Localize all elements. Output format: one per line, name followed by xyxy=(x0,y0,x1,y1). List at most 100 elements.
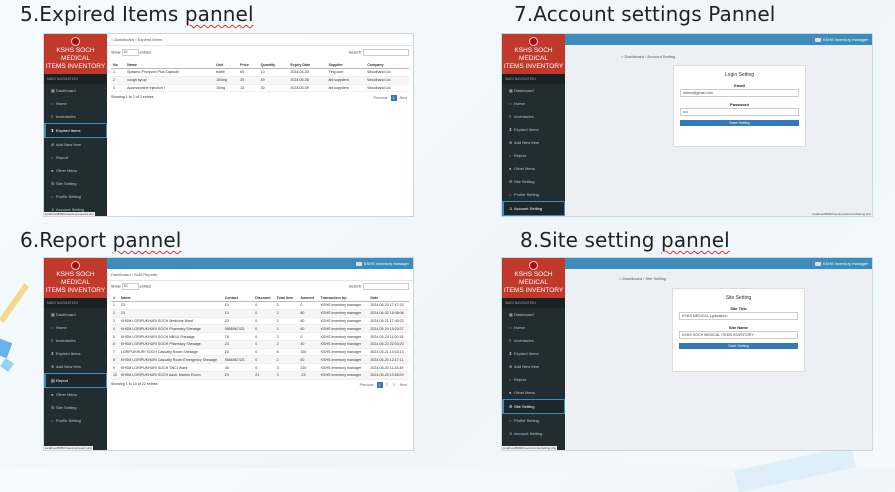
sidebar-item-label: Home xyxy=(56,325,67,330)
sidebar-item-other-menu[interactable]: ● Other Menu xyxy=(502,162,565,175)
breadcrumb-dashboard-link[interactable]: Dashboard xyxy=(623,276,643,281)
table-cell: KSHS inventory manager xyxy=(318,324,369,334)
column-header[interactable]: Company xyxy=(365,61,409,69)
sidebar-item-add-new[interactable]: ⊕ Add New Item xyxy=(44,138,107,151)
column-header[interactable]: Expiry Date xyxy=(288,61,327,69)
page-1-button[interactable]: 1 xyxy=(376,381,383,388)
column-header[interactable]: Total Item xyxy=(274,294,299,302)
sidebar-item-report[interactable]: ○ Report xyxy=(44,151,107,164)
brand-header[interactable]: KSHS SOCH MEDICAL ITEMS INVENTORY xyxy=(502,258,565,298)
sidebar-item-report[interactable]: ▤Report xyxy=(44,373,107,388)
hourglass-icon: ⧗ xyxy=(509,351,512,356)
previous-button[interactable]: Previous xyxy=(372,95,390,101)
sidebar-item-site-setting[interactable]: ⚙Site Setting xyxy=(44,401,107,414)
column-header[interactable]: Supplier xyxy=(326,61,366,69)
sidebar-item-add-new[interactable]: ⊕ Add New Item xyxy=(502,360,565,373)
email-field[interactable]: admin@gmail.com xyxy=(680,89,799,97)
password-field[interactable]: •••• xyxy=(680,108,799,116)
user-menu[interactable]: KSHS inventory manager xyxy=(814,37,868,42)
column-header[interactable]: Quantity xyxy=(258,61,289,69)
table-cell: 1 xyxy=(111,68,126,77)
table-row: 9 KHSM LGRIPUKHURI SOCH SNCI Ward 45 0 3 220 K… xyxy=(111,363,409,373)
sidebar-item-site-setting[interactable]: ⚙Site Setting xyxy=(502,399,565,414)
column-header[interactable]: # xyxy=(111,294,119,302)
sidebar-item-account-setting[interactable]: ♙Account Setting xyxy=(502,201,565,216)
sidebar-item-label: Inventories xyxy=(56,114,76,119)
column-header[interactable]: Unit xyxy=(214,61,239,69)
table-cell: 50 xyxy=(298,355,319,365)
column-header[interactable]: Discount xyxy=(253,294,275,302)
sidebar-item-profile-setting[interactable]: ○ Profile Setting xyxy=(502,188,565,201)
brand-header[interactable]: KSHS SOCH MEDICAL ITEMS INVENTORY xyxy=(44,34,107,74)
save-setting-button[interactable]: Save Setting xyxy=(679,343,798,349)
entries-select[interactable]: 10 xyxy=(121,283,139,290)
next-button[interactable]: Next xyxy=(398,95,409,101)
sidebar-item-add-new[interactable]: ⊕ Add New Item xyxy=(502,136,565,149)
column-header[interactable]: Price xyxy=(238,61,259,69)
breadcrumb-dashboard-link[interactable]: Dashboard xyxy=(115,37,135,42)
column-header[interactable]: Date xyxy=(368,294,409,302)
sidebar-item-dashboard[interactable]: ▦Dashboard xyxy=(44,308,107,321)
page-1-button[interactable]: 1 xyxy=(390,95,397,102)
breadcrumb-dashboard-link[interactable]: Dashboard xyxy=(111,272,131,277)
table-cell: 23 xyxy=(222,340,254,349)
sidebar-item-home[interactable]: ○ Home xyxy=(502,97,565,110)
sidebar-item-inventories[interactable]: ≡ Inventories xyxy=(44,110,107,123)
sidebar-item-account-setting[interactable]: ♙Account Setting xyxy=(502,427,565,440)
sidebar-item-inventories[interactable]: ≡ Inventories xyxy=(502,334,565,347)
sidebar-item-expired[interactable]: ⧗ Expired Items xyxy=(502,347,565,360)
page-3-button[interactable]: 3 xyxy=(391,382,397,388)
column-header[interactable]: No xyxy=(111,61,126,69)
sidebar-item-profile-setting[interactable]: ○ Profile Setting xyxy=(502,414,565,427)
user-menu[interactable]: KSHS inventory manager xyxy=(355,261,409,266)
sidebar-item-add-new[interactable]: ⊕ Add New Item xyxy=(44,360,107,373)
entries-select[interactable]: 10 xyxy=(121,49,139,56)
save-setting-button[interactable]: Save Setting xyxy=(680,120,799,126)
sidebar-item-other-menu[interactable]: ● Other Menu xyxy=(502,386,565,399)
table-cell: 10 xyxy=(258,68,289,77)
sidebar-item-label: Site Setting xyxy=(56,405,77,410)
sidebar-item-profile-setting[interactable]: ○ Profile Setting xyxy=(44,190,107,203)
page-2-button[interactable]: 2 xyxy=(384,382,390,388)
sidebar-item-home[interactable]: ○ Home xyxy=(44,321,107,334)
next-button[interactable]: Next xyxy=(398,382,409,388)
site-name-field[interactable]: KSHS SOCH MEDICAL ITEMS INVENTORY xyxy=(679,331,798,339)
user-menu[interactable]: KSHS inventory manager xyxy=(814,261,868,266)
column-header[interactable]: Transaction by: xyxy=(318,294,369,302)
column-header[interactable]: Name xyxy=(118,294,223,302)
column-header[interactable]: Contact xyxy=(222,294,254,302)
sidebar-item-expired[interactable]: ⧗ Expired Items xyxy=(44,347,107,360)
sidebar-item-home[interactable]: ○ Home xyxy=(44,97,107,110)
sidebar-item-inventories[interactable]: ≡ Inventories xyxy=(44,334,107,347)
previous-button[interactable]: Previous xyxy=(358,382,376,388)
sidebar-item-expired[interactable]: ⧗ Expired Items xyxy=(502,123,565,136)
column-header[interactable]: Name xyxy=(125,61,215,69)
sold-reports-table: # Name Contact Discount Total Item Amount Tran… xyxy=(111,294,409,380)
sidebar-item-other-menu[interactable]: ● Other Menu xyxy=(44,164,107,177)
breadcrumb-dashboard-link[interactable]: Dashboard xyxy=(625,54,645,59)
site-title-field[interactable]: KSHS MEDICAL Lgripukhuri xyxy=(679,312,798,320)
sidebar-item-inventories[interactable]: ≡ Inventories xyxy=(502,110,565,123)
sidebar-item-label: Add New Item xyxy=(56,364,82,369)
sidebar-item-site-setting[interactable]: ⚙Site Setting xyxy=(502,175,565,188)
sidebar-item-report[interactable]: ○ Report xyxy=(502,149,565,162)
sidebar-item-site-setting[interactable]: ⚙Site Setting xyxy=(44,177,107,190)
sidebar-item-label: Report xyxy=(56,155,69,160)
sidebar-item-dashboard[interactable]: ▦Dashboard xyxy=(44,84,107,97)
column-header[interactable]: Amount xyxy=(298,294,319,302)
sidebar-item-dashboard[interactable]: ▦Dashboard xyxy=(502,308,565,321)
sidebar-item-report[interactable]: ○ Report xyxy=(502,373,565,386)
brand-header[interactable]: KSHS SOCH MEDICAL ITEMS INVENTORY xyxy=(502,34,565,74)
sidebar-item-dashboard[interactable]: ▦Dashboard xyxy=(502,84,565,97)
sidebar-item-home[interactable]: ○ Home xyxy=(502,321,565,334)
table-cell: 2024-05-21 17:40:22 xyxy=(368,317,409,326)
search-input[interactable] xyxy=(363,283,409,290)
sidebar-item-other-menu[interactable]: ● Other Menu xyxy=(44,388,107,401)
sidebar-item-expired[interactable]: ⧗ Expired Items xyxy=(44,123,107,138)
table-cell: 30 xyxy=(238,76,259,85)
brand-header[interactable]: KSHS SOCH MEDICAL ITEMS INVENTORY xyxy=(44,258,107,298)
hourglass-icon: ⧗ xyxy=(509,127,512,132)
table-cell: 9856567421 xyxy=(222,355,254,365)
search-input[interactable] xyxy=(363,49,409,56)
sidebar-item-profile-setting[interactable]: ○ Profile Setting xyxy=(44,414,107,427)
